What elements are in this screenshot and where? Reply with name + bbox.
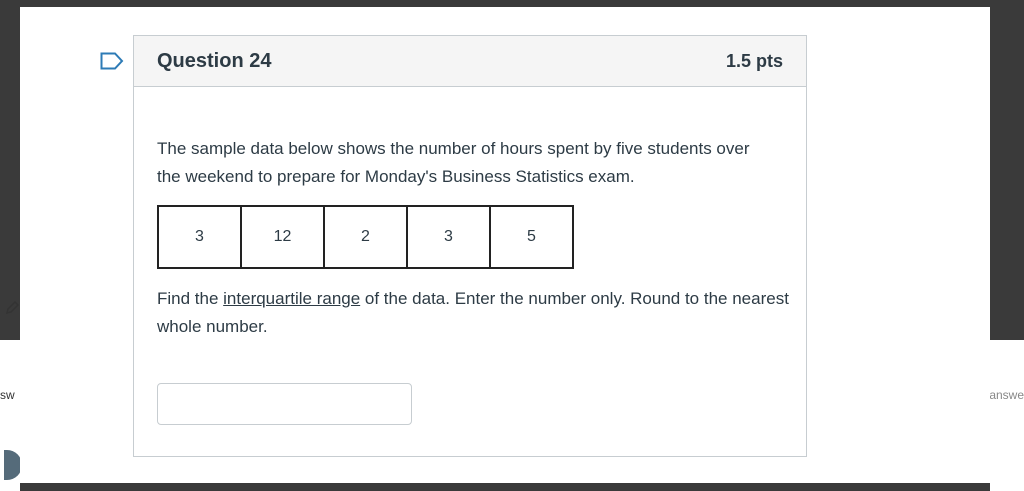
instruction-text: Find the — [157, 289, 224, 308]
interquartile-range-link[interactable]: interquartile range — [223, 289, 360, 308]
question-points: 1.5 pts — [725, 50, 783, 71]
background-label-left: sw — [0, 388, 15, 402]
question-title: Question 24 — [157, 49, 272, 72]
data-table: 3 12 2 3 5 — [157, 205, 574, 269]
question-body: The sample data below shows the number o… — [134, 135, 806, 425]
question-instruction: Find the interquartile range of the data… — [157, 285, 797, 341]
pencil-icon[interactable] — [4, 300, 20, 316]
question-prompt: The sample data below shows the number o… — [157, 139, 750, 186]
data-cell: 3 — [157, 205, 242, 269]
data-cell: 5 — [489, 205, 574, 269]
answer-input[interactable] — [157, 383, 412, 425]
table-row: 3 12 2 3 5 — [157, 205, 574, 269]
bookmark-flag-icon[interactable] — [100, 52, 124, 70]
quiz-page: Question 24 1.5 pts The sample data belo… — [20, 7, 990, 483]
question-card: Question 24 1.5 pts The sample data belo… — [133, 35, 807, 457]
background-label-right: answe — [989, 388, 1024, 402]
data-cell: 2 — [323, 205, 408, 269]
data-cell: 3 — [406, 205, 491, 269]
question-header: Question 24 1.5 pts — [134, 36, 806, 87]
data-cell: 12 — [240, 205, 325, 269]
background-panel-right — [990, 340, 1024, 491]
